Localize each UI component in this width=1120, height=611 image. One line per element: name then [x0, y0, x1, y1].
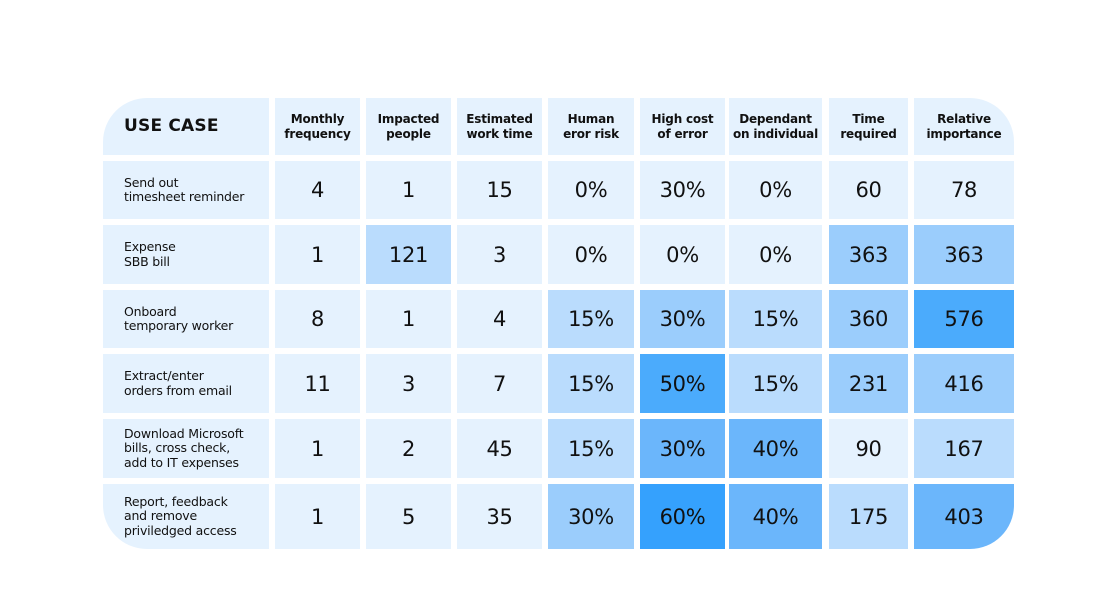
corner-header: USE CASE: [103, 98, 269, 155]
data-cell: 15%: [729, 290, 822, 348]
data-cell: 15%: [548, 419, 634, 478]
column-header: Relative importance: [914, 98, 1014, 155]
column-header: Monthly frequency: [275, 98, 360, 155]
data-cell: 5: [366, 484, 451, 549]
data-cell: 0%: [729, 225, 822, 284]
data-cell: 60%: [640, 484, 725, 549]
data-cell: 40%: [729, 419, 822, 478]
column-header: Human eror risk: [548, 98, 634, 155]
data-cell: 30%: [640, 419, 725, 478]
data-cell: 167: [914, 419, 1014, 478]
column-header: High cost of error: [640, 98, 725, 155]
row-label: Extract/enter orders from email: [103, 354, 269, 413]
data-cell: 15%: [548, 354, 634, 413]
data-cell: 4: [275, 161, 360, 219]
data-cell: 576: [914, 290, 1014, 348]
data-cell: 1: [366, 161, 451, 219]
row-label: Download Microsoft bills, cross check, add…: [103, 419, 269, 478]
data-cell: 4: [457, 290, 542, 348]
data-cell: 2: [366, 419, 451, 478]
column-header: Dependant on individual: [729, 98, 822, 155]
data-cell: 1: [366, 290, 451, 348]
data-cell: 0%: [548, 161, 634, 219]
data-cell: 30%: [640, 290, 725, 348]
data-cell: 90: [829, 419, 908, 478]
data-cell: 8: [275, 290, 360, 348]
data-cell: 363: [829, 225, 908, 284]
data-cell: 403: [914, 484, 1014, 549]
data-cell: 0%: [729, 161, 822, 219]
column-header: Time required: [829, 98, 908, 155]
data-cell: 175: [829, 484, 908, 549]
data-cell: 15%: [548, 290, 634, 348]
data-cell: 45: [457, 419, 542, 478]
data-cell: 1: [275, 225, 360, 284]
row-label: Send out timesheet reminder: [103, 161, 269, 219]
data-cell: 7: [457, 354, 542, 413]
data-cell: 30%: [640, 161, 725, 219]
data-cell: 15%: [729, 354, 822, 413]
data-cell: 231: [829, 354, 908, 413]
data-cell: 30%: [548, 484, 634, 549]
data-cell: 35: [457, 484, 542, 549]
data-cell: 363: [914, 225, 1014, 284]
data-cell: 121: [366, 225, 451, 284]
data-cell: 1: [275, 484, 360, 549]
column-header: Impacted people: [366, 98, 451, 155]
row-label: Report, feedback and remove priviledged ac…: [103, 484, 269, 549]
data-cell: 360: [829, 290, 908, 348]
data-cell: 40%: [729, 484, 822, 549]
row-label: Expense SBB bill: [103, 225, 269, 284]
data-cell: 60: [829, 161, 908, 219]
data-cell: 50%: [640, 354, 725, 413]
column-header: Estimated work time: [457, 98, 542, 155]
data-cell: 0%: [640, 225, 725, 284]
row-label: Onboard temporary worker: [103, 290, 269, 348]
data-cell: 3: [457, 225, 542, 284]
data-cell: 11: [275, 354, 360, 413]
data-cell: 78: [914, 161, 1014, 219]
use-case-heatmap-table: USE CASE Monthly frequency Impacted people Es…: [0, 0, 1120, 611]
data-cell: 416: [914, 354, 1014, 413]
data-cell: 15: [457, 161, 542, 219]
data-cell: 3: [366, 354, 451, 413]
data-cell: 1: [275, 419, 360, 478]
data-cell: 0%: [548, 225, 634, 284]
